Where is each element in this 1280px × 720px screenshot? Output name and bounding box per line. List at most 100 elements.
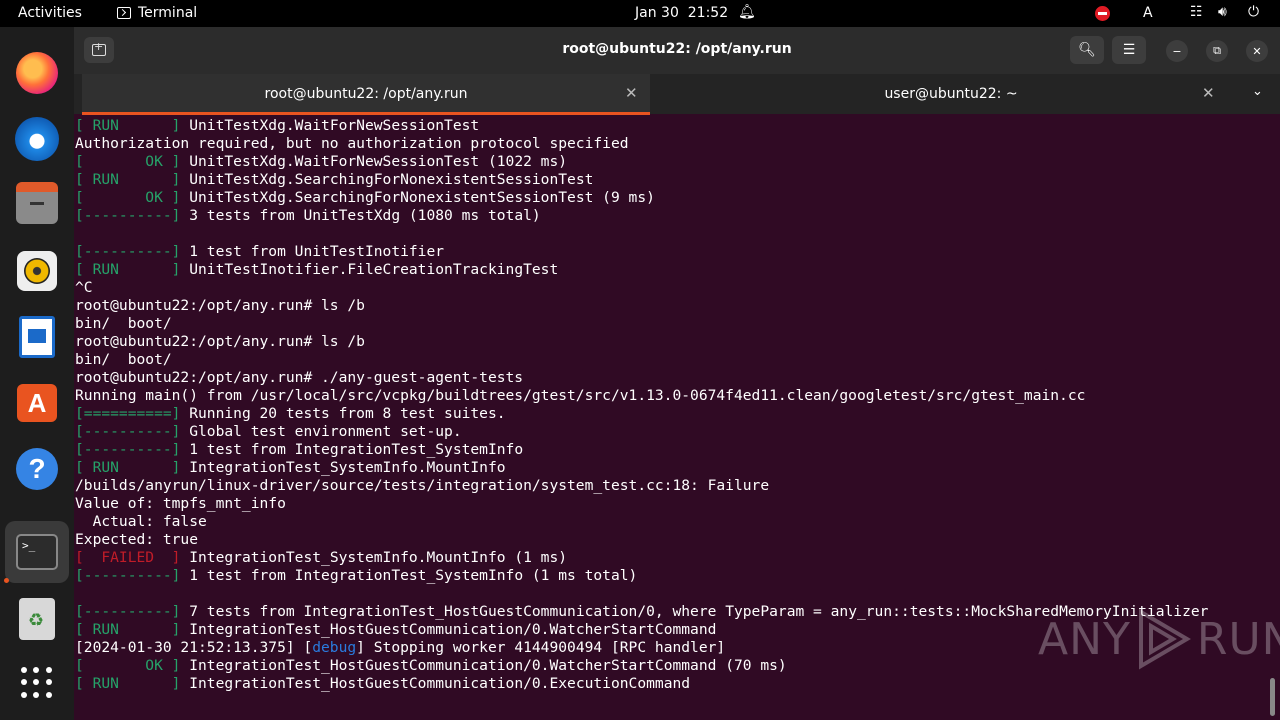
tab-label: user@ubuntu22: ~ — [884, 86, 1018, 102]
terminal-line: [ RUN ] UnitTestXdg.WaitForNewSessionTes… — [75, 117, 479, 135]
terminal-line: [----------] 3 tests from UnitTestXdg (1… — [75, 207, 541, 225]
app-menu-label: Terminal — [138, 5, 198, 21]
thunderbird-icon — [15, 117, 59, 161]
dock-rhythmbox[interactable] — [13, 247, 61, 295]
scrollbar[interactable] — [1270, 678, 1275, 716]
terminal-line: Authorization required, but no authoriza… — [75, 135, 629, 153]
app-menu[interactable]: Terminal — [117, 5, 197, 21]
terminal-line: Actual: false — [75, 513, 207, 531]
terminal-text: bin/ boot/ — [75, 315, 172, 332]
dock-firefox[interactable] — [13, 49, 61, 97]
power-icon[interactable]: ⏻ — [1248, 4, 1259, 20]
terminal-text: [----------] — [75, 423, 190, 440]
terminal-line: [ RUN ] UnitTestXdg.SearchingForNonexist… — [75, 171, 593, 189]
terminal-text: IntegrationTest_SystemInfo.MountInfo (1 … — [189, 549, 568, 566]
terminal-line: [ OK ] IntegrationTest_HostGuestCommunic… — [75, 657, 787, 675]
terminal-text: [----------] — [75, 567, 190, 584]
dock-app-center[interactable]: A — [13, 379, 61, 427]
terminal-text: [----------] — [75, 441, 190, 458]
dock-help[interactable]: ? — [13, 445, 61, 493]
app-center-icon: A — [17, 384, 57, 422]
close-button[interactable]: ✕ — [1246, 40, 1268, 62]
tab-bar: root@ubuntu22: /opt/any.run ✕ user@ubunt… — [74, 74, 1280, 115]
maximize-button[interactable]: ⧉ — [1206, 40, 1228, 62]
recording-indicator-icon[interactable] — [1095, 6, 1110, 21]
terminal-line: Value of: tmpfs_mnt_info — [75, 495, 286, 513]
terminal-icon — [117, 7, 131, 19]
terminal-text: Global test environment set-up. — [189, 423, 462, 440]
terminal-line: [==========] Running 20 tests from 8 tes… — [75, 405, 506, 423]
terminal-text: [ RUN ] — [75, 675, 190, 692]
keyboard-layout-indicator[interactable]: A — [1143, 5, 1153, 21]
terminal-line: [ RUN ] IntegrationTest_HostGuestCommuni… — [75, 675, 690, 693]
terminal-text: Value of: tmpfs_mnt_info — [75, 495, 286, 512]
terminal-text: [ RUN ] — [75, 171, 190, 188]
terminal-text: [==========] — [75, 405, 190, 422]
anyrun-watermark: ANY RUN — [1038, 608, 1280, 670]
terminal-text: UnitTestXdg.SearchingForNonexistentSessi… — [189, 189, 655, 206]
terminal-line: root@ubuntu22:/opt/any.run# ls /b — [75, 333, 365, 351]
chevron-down-icon[interactable]: ⌄ — [1252, 84, 1263, 99]
menu-button[interactable]: ☰ — [1112, 36, 1146, 64]
terminal-text: root@ubuntu22:/opt/any.run# ls /b — [75, 333, 365, 350]
terminal-text: IntegrationTest_HostGuestCommunication/0… — [189, 675, 691, 692]
terminal-line: [ RUN ] IntegrationTest_SystemInfo.Mount… — [75, 459, 506, 477]
terminal-text: [----------] — [75, 207, 190, 224]
terminal-line: bin/ boot/ — [75, 351, 172, 369]
tab-close-icon[interactable]: ✕ — [625, 84, 638, 102]
clock[interactable]: Jan 30 21:52 — [635, 5, 728, 21]
terminal-text: /builds/anyrun/linux-driver/source/tests… — [75, 477, 770, 494]
minimize-icon: − — [1172, 44, 1182, 58]
terminal-text: bin/ boot/ — [75, 351, 172, 368]
bell-icon[interactable]: 🔔︎ — [738, 4, 756, 20]
dock-terminal[interactable]: >_ — [5, 521, 69, 583]
minimize-button[interactable]: − — [1166, 40, 1188, 62]
terminal-line: Running main() from /usr/local/src/vcpkg… — [75, 387, 1085, 405]
activities-button[interactable]: Activities — [18, 5, 82, 21]
terminal-text: ] Stopping worker 4144900494 [RPC handle… — [356, 639, 726, 656]
volume-icon[interactable]: 🔊︎ — [1218, 4, 1227, 20]
terminal-line: ^C — [75, 279, 93, 297]
terminal-text: Expected: true — [75, 531, 199, 548]
terminal-text: [ RUN ] — [75, 117, 190, 134]
terminal-line: [ RUN ] IntegrationTest_HostGuestCommuni… — [75, 621, 716, 639]
tab-root[interactable]: root@ubuntu22: /opt/any.run ✕ — [82, 74, 650, 115]
terminal-text: Authorization required, but no authoriza… — [75, 135, 629, 152]
dock-files[interactable] — [13, 181, 61, 229]
firefox-icon — [16, 52, 58, 94]
search-button[interactable]: 🔍︎ — [1070, 36, 1104, 64]
terminal-line: [----------] 1 test from UnitTestInotifi… — [75, 243, 444, 261]
terminal-line: root@ubuntu22:/opt/any.run# ./any-guest-… — [75, 369, 523, 387]
network-icon[interactable]: ☷ — [1190, 4, 1203, 20]
search-icon: 🔍︎ — [1078, 42, 1096, 58]
dock-thunderbird[interactable] — [13, 115, 61, 163]
terminal-text: [ RUN ] — [75, 459, 190, 476]
clock-time: 21:52 — [687, 5, 729, 21]
terminal-line: [----------] Global test environment set… — [75, 423, 462, 441]
terminal-text: [ RUN ] — [75, 261, 190, 278]
terminal-text: 1 test from UnitTestInotifier — [189, 243, 445, 260]
terminal-text: 3 tests from UnitTestXdg (1080 ms total) — [189, 207, 541, 224]
dock-show-apps[interactable] — [13, 659, 61, 707]
terminal-text: Running main() from /usr/local/src/vcpkg… — [75, 387, 1086, 404]
tab-close-icon[interactable]: ✕ — [1202, 84, 1215, 102]
terminal-text: debug — [312, 639, 357, 656]
watermark-right: RUN — [1196, 613, 1280, 665]
tab-user[interactable]: user@ubuntu22: ~ ✕ — [666, 74, 1236, 114]
terminal-text: 1 test from IntegrationTest_SystemInfo — [189, 441, 524, 458]
terminal-text: [ FAILED ] — [75, 549, 190, 566]
terminal-text: [ RUN ] — [75, 621, 190, 638]
dock-writer[interactable] — [13, 313, 61, 361]
terminal-line: [----------] 1 test from IntegrationTest… — [75, 567, 637, 585]
files-icon — [16, 182, 58, 224]
terminal-text: [2024-01-30 21:52:13.375] [ — [75, 639, 313, 656]
terminal-text: UnitTestXdg.WaitForNewSessionTest (1022 … — [189, 153, 568, 170]
terminal-text: IntegrationTest_SystemInfo.MountInfo — [189, 459, 506, 476]
dock-trash[interactable] — [13, 595, 61, 643]
terminal-line: root@ubuntu22:/opt/any.run# ls /b — [75, 297, 365, 315]
terminal-text: IntegrationTest_HostGuestCommunication/0… — [189, 657, 787, 674]
terminal-text: IntegrationTest_HostGuestCommunication/0… — [189, 621, 717, 638]
top-bar: Activities Terminal Jan 30 21:52 🔔︎ A ☷ … — [0, 0, 1280, 27]
tab-label: root@ubuntu22: /opt/any.run — [264, 86, 468, 102]
terminal-dock-icon: >_ — [16, 534, 58, 570]
